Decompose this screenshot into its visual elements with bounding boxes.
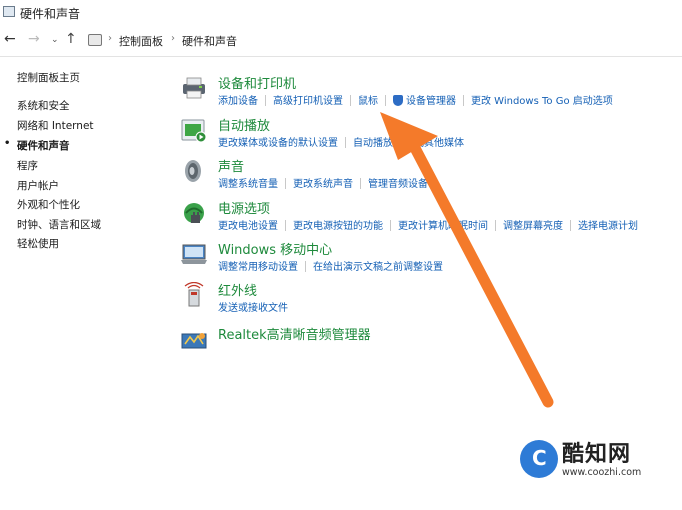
add-device-link[interactable]: 添加设备 bbox=[218, 92, 258, 107]
link-divider bbox=[285, 178, 286, 189]
send-receive-files-link[interactable]: 发送或接收文件 bbox=[218, 299, 288, 314]
category-title[interactable]: Windows 移动中心 bbox=[218, 239, 332, 258]
sleep-time-link[interactable]: 更改计算机睡眠时间 bbox=[398, 217, 488, 232]
category-links: 发送或接收文件 bbox=[218, 299, 288, 314]
screen-brightness-link[interactable]: 调整屏幕亮度 bbox=[503, 217, 563, 232]
control-panel-icon bbox=[3, 6, 15, 17]
change-default-media-link[interactable]: 更改媒体或设备的默认设置 bbox=[218, 134, 338, 149]
category-links: 更改电池设置 更改电源按钮的功能 更改计算机睡眠时间 调整屏幕亮度 选择电源计划 bbox=[218, 217, 638, 232]
watermark: C 酷知网 www.coozhi.com bbox=[512, 432, 672, 492]
printer-icon bbox=[183, 77, 205, 99]
link-divider bbox=[390, 220, 391, 231]
uac-shield-icon bbox=[393, 95, 403, 106]
category-links: 添加设备 高级打印机设置 鼠标 设备管理器 更改 Windows To Go 启动选项 bbox=[218, 92, 613, 107]
breadcrumb-separator: › bbox=[171, 33, 175, 44]
sidebar-item-label: 硬件和声音 bbox=[17, 140, 70, 152]
link-divider bbox=[495, 220, 496, 231]
autoplay-icon bbox=[181, 119, 207, 143]
sidebar-item-clock-region[interactable]: 时钟、语言和区域 bbox=[17, 217, 101, 232]
category-title[interactable]: Realtek高清晰音频管理器 bbox=[218, 324, 371, 343]
category-mobility-center: Windows 移动中心 调整常用移动设置 在给出演示文稿之前调整设置 bbox=[180, 239, 680, 279]
advanced-printer-settings-link[interactable]: 高级打印机设置 bbox=[273, 92, 343, 107]
link-divider bbox=[350, 95, 351, 106]
up-arrow-icon[interactable]: ↑ bbox=[65, 31, 77, 47]
category-title[interactable]: 红外线 bbox=[218, 280, 257, 299]
category-title[interactable]: 自动播放 bbox=[218, 115, 270, 134]
power-button-link[interactable]: 更改电源按钮的功能 bbox=[293, 217, 383, 232]
category-sound: 声音 调整系统音量 更改系统声音 管理音频设备 bbox=[180, 156, 680, 196]
category-autoplay: 自动播放 更改媒体或设备的默认设置 自动播放 CD 或其他媒体 bbox=[180, 115, 680, 155]
link-divider bbox=[345, 137, 346, 148]
sidebar-item-network[interactable]: 网络和 Internet bbox=[17, 118, 94, 133]
sidebar-item-appearance[interactable]: 外观和个性化 bbox=[17, 197, 80, 212]
mouse-link[interactable]: 鼠标 bbox=[358, 92, 378, 107]
current-item-bullet: • bbox=[4, 138, 11, 149]
link-divider bbox=[265, 95, 266, 106]
address-bar: ← → ⌄ ↑ › 控制面板 › 硬件和声音 bbox=[0, 26, 682, 57]
mobility-center-icon bbox=[181, 244, 207, 264]
category-infrared: 红外线 发送或接收文件 bbox=[180, 280, 680, 320]
battery-settings-link[interactable]: 更改电池设置 bbox=[218, 217, 278, 232]
power-plan-link[interactable]: 选择电源计划 bbox=[578, 217, 638, 232]
forward-arrow-icon[interactable]: → bbox=[28, 31, 40, 47]
category-links: 调整常用移动设置 在给出演示文稿之前调整设置 bbox=[218, 258, 443, 273]
window-title: 硬件和声音 bbox=[20, 7, 81, 21]
mobility-settings-link[interactable]: 调整常用移动设置 bbox=[218, 258, 298, 273]
category-realtek-audio: Realtek高清晰音频管理器 bbox=[180, 324, 680, 364]
category-title[interactable]: 电源选项 bbox=[218, 198, 270, 217]
history-dropdown-icon[interactable]: ⌄ bbox=[51, 35, 59, 45]
link-divider bbox=[385, 95, 386, 106]
autoplay-cd-link[interactable]: 自动播放 CD 或其他媒体 bbox=[353, 134, 464, 149]
speaker-icon bbox=[185, 160, 201, 182]
category-devices-printers: 设备和打印机 添加设备 高级打印机设置 鼠标 设备管理器 更改 Windows To G… bbox=[180, 73, 680, 113]
watermark-url: www.coozhi.com bbox=[562, 467, 642, 478]
category-links: 调整系统音量 更改系统声音 管理音频设备 bbox=[218, 175, 428, 190]
power-options-icon bbox=[184, 203, 204, 223]
presentation-settings-link[interactable]: 在给出演示文稿之前调整设置 bbox=[313, 258, 443, 273]
link-divider bbox=[570, 220, 571, 231]
category-power-options: 电源选项 更改电池设置 更改电源按钮的功能 更改计算机睡眠时间 调整屏幕亮度 选择电源计… bbox=[180, 198, 680, 238]
back-arrow-icon[interactable]: ← bbox=[4, 31, 16, 47]
link-divider bbox=[285, 220, 286, 231]
title-bar: 硬件和声音 bbox=[0, 0, 682, 26]
device-manager-link[interactable]: 设备管理器 bbox=[406, 92, 456, 107]
watermark-brand: 酷知网 bbox=[562, 442, 632, 467]
sidebar-item-programs[interactable]: 程序 bbox=[17, 158, 38, 173]
manage-audio-devices-link[interactable]: 管理音频设备 bbox=[368, 175, 428, 190]
link-divider bbox=[360, 178, 361, 189]
link-divider bbox=[463, 95, 464, 106]
category-title[interactable]: 声音 bbox=[218, 156, 244, 175]
change-system-sounds-link[interactable]: 更改系统声音 bbox=[293, 175, 353, 190]
adjust-volume-link[interactable]: 调整系统音量 bbox=[218, 175, 278, 190]
windows-to-go-link[interactable]: 更改 Windows To Go 启动选项 bbox=[471, 92, 613, 107]
sidebar-item-user-accounts[interactable]: 用户帐户 bbox=[17, 178, 59, 193]
sidebar-item-system-security[interactable]: 系统和安全 bbox=[17, 98, 70, 113]
breadcrumb-separator: › bbox=[108, 33, 112, 44]
logo-letter: C bbox=[532, 446, 547, 470]
coozhi-logo-icon: C bbox=[520, 440, 558, 478]
breadcrumb-hardware-sound[interactable]: 硬件和声音 bbox=[182, 33, 237, 49]
infrared-icon bbox=[184, 282, 204, 307]
link-divider bbox=[305, 261, 306, 272]
category-links: 更改媒体或设备的默认设置 自动播放 CD 或其他媒体 bbox=[218, 134, 464, 149]
breadcrumb-control-panel[interactable]: 控制面板 bbox=[119, 33, 163, 49]
sidebar-item-hardware-sound: • 硬件和声音 bbox=[4, 138, 70, 153]
sidebar-item-home[interactable]: 控制面板主页 bbox=[17, 70, 80, 85]
sidebar-item-ease-of-access[interactable]: 轻松使用 bbox=[17, 236, 59, 251]
category-title[interactable]: 设备和打印机 bbox=[218, 73, 296, 92]
location-icon bbox=[88, 34, 102, 46]
realtek-icon bbox=[181, 333, 207, 349]
